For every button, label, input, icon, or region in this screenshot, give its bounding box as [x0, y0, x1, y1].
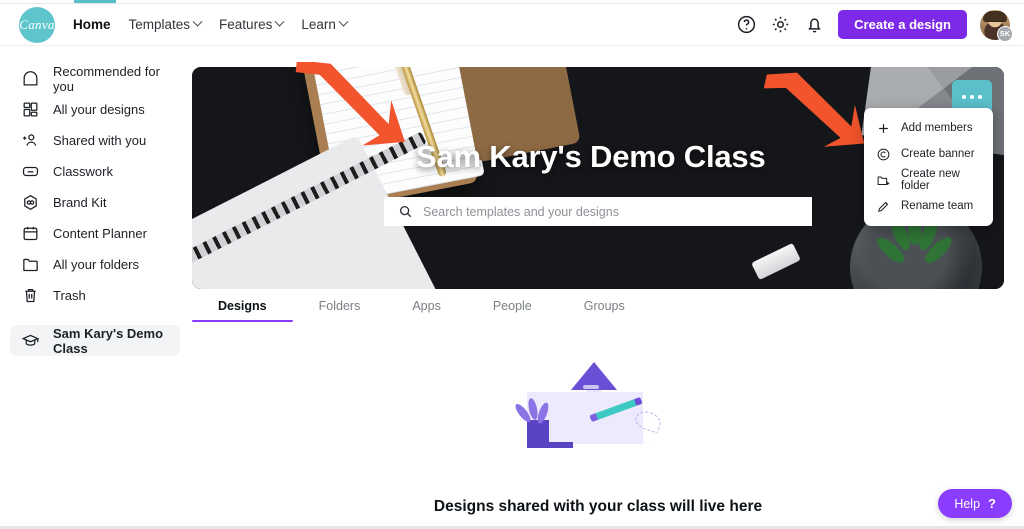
bell-icon[interactable] — [804, 14, 825, 35]
menu-item-create-banner[interactable]: Create banner — [864, 141, 993, 167]
tray-icon — [20, 162, 40, 182]
sidebar-item-recommended-for-you[interactable]: Recommended for you — [10, 63, 180, 94]
canva-logo[interactable]: Canva — [19, 6, 55, 43]
dot — [978, 95, 982, 99]
sidebar-item-content-planner[interactable]: Content Planner — [10, 218, 180, 249]
menu-item-rename-team[interactable]: Rename team — [864, 193, 993, 219]
sidebar-item-trash[interactable]: Trash — [10, 280, 180, 311]
nav-item-label: Templates — [128, 17, 191, 32]
chevron-down-icon — [192, 16, 203, 27]
banner-eraser — [751, 242, 801, 281]
illustration-pot-shadow — [527, 442, 573, 448]
banner-title: Sam Kary's Demo Class — [416, 139, 766, 174]
sidebar-item-label: Sam Kary's Demo Class — [53, 325, 164, 356]
sidebar-item-team-demo-class[interactable]: Sam Kary's Demo Class — [10, 325, 180, 356]
avatar-glasses — [986, 20, 1004, 26]
tab-apps[interactable]: Apps — [386, 299, 467, 322]
nav-item-label: Features — [219, 17, 273, 32]
search-placeholder: Search templates and your designs — [423, 204, 619, 219]
help-button[interactable]: Help ? — [938, 489, 1012, 518]
sidebar-item-label: Shared with you — [53, 133, 147, 148]
avatar-initials-badge: SK — [997, 25, 1013, 42]
chevron-down-icon — [274, 16, 285, 27]
add-people-icon — [20, 131, 40, 151]
sidebar-divider-space — [0, 311, 188, 325]
help-circle-icon[interactable] — [736, 14, 757, 35]
illustration-lamp-base — [583, 385, 599, 389]
sidebar-item-classwork[interactable]: Classwork — [10, 156, 180, 187]
home-icon — [20, 69, 40, 89]
menu-item-label: Create new folder — [901, 168, 960, 192]
sidebar-item-all-your-folders[interactable]: All your folders — [10, 249, 180, 280]
sidebar-item-label: Content Planner — [53, 226, 147, 241]
nav-item-home[interactable]: Home — [73, 17, 111, 32]
nav-item-templates[interactable]: Templates — [128, 16, 203, 32]
sidebar-item-label: Recommended for you — [53, 63, 160, 94]
sidebar-item-label: Classwork — [53, 164, 113, 179]
trash-icon — [20, 286, 40, 306]
tab-folders[interactable]: Folders — [293, 299, 387, 322]
sidebar-item-label: All your designs — [53, 102, 145, 117]
calendar-icon — [20, 224, 40, 244]
pencil-icon — [876, 199, 891, 214]
tab-designs[interactable]: Designs — [192, 299, 293, 322]
sidebar-item-label: All your folders — [53, 257, 139, 272]
sidebar-item-label: Brand Kit — [53, 195, 107, 210]
help-label: Help — [954, 496, 981, 511]
brand-kit-icon — [20, 193, 40, 213]
nav-item-features[interactable]: Features — [219, 16, 285, 32]
menu-item-create-new-folder[interactable]: Create new folder — [864, 167, 993, 193]
copyright-icon — [876, 147, 891, 162]
top-header: Canva Home Templates Features Learn Crea… — [0, 4, 1024, 46]
grid-icon — [20, 100, 40, 120]
menu-item-label: Add members — [901, 122, 973, 134]
nav-item-label: Learn — [301, 17, 336, 32]
question-mark-icon: ? — [988, 496, 996, 511]
canva-class-page: Canva Home Templates Features Learn Crea… — [0, 0, 1024, 529]
plus-icon — [876, 121, 891, 136]
menu-item-label: Rename team — [901, 200, 974, 212]
menu-item-label: Create banner — [901, 148, 975, 160]
sidebar-item-brand-kit[interactable]: Brand Kit — [10, 187, 180, 218]
tab-people[interactable]: People — [467, 299, 558, 322]
content-tabs: Designs Folders Apps People Groups — [192, 299, 651, 322]
dot — [962, 95, 966, 99]
left-sidebar: Recommended for you All your designs Sha… — [0, 47, 188, 529]
empty-state-illustration — [513, 354, 683, 464]
sidebar-item-label: Trash — [53, 288, 86, 303]
sidebar-item-all-your-designs[interactable]: All your designs — [10, 94, 180, 125]
create-a-design-button[interactable]: Create a design — [838, 10, 967, 39]
chevron-down-icon — [338, 16, 349, 27]
avatar[interactable]: SK — [980, 9, 1013, 42]
empty-state: Designs shared with your class will live… — [192, 340, 1004, 529]
search-input[interactable]: Search templates and your designs — [384, 197, 812, 226]
header-actions: Create a design SK — [736, 9, 1013, 42]
gear-icon[interactable] — [770, 14, 791, 35]
search-icon — [398, 204, 413, 219]
folder-plus-icon — [876, 173, 891, 188]
nav-item-label: Home — [73, 17, 111, 32]
sidebar-item-shared-with-you[interactable]: Shared with you — [10, 125, 180, 156]
nav-item-learn[interactable]: Learn — [301, 16, 349, 32]
dot — [970, 95, 974, 99]
empty-state-title: Designs shared with your class will live… — [433, 498, 763, 515]
folder-icon — [20, 255, 40, 275]
menu-item-add-members[interactable]: Add members — [864, 115, 993, 141]
tab-groups[interactable]: Groups — [558, 299, 651, 322]
main-nav: Home Templates Features Learn — [73, 16, 349, 32]
graduation-cap-icon — [20, 331, 40, 351]
team-options-dropdown-menu: Add members Create banner Create new fol… — [864, 108, 993, 226]
